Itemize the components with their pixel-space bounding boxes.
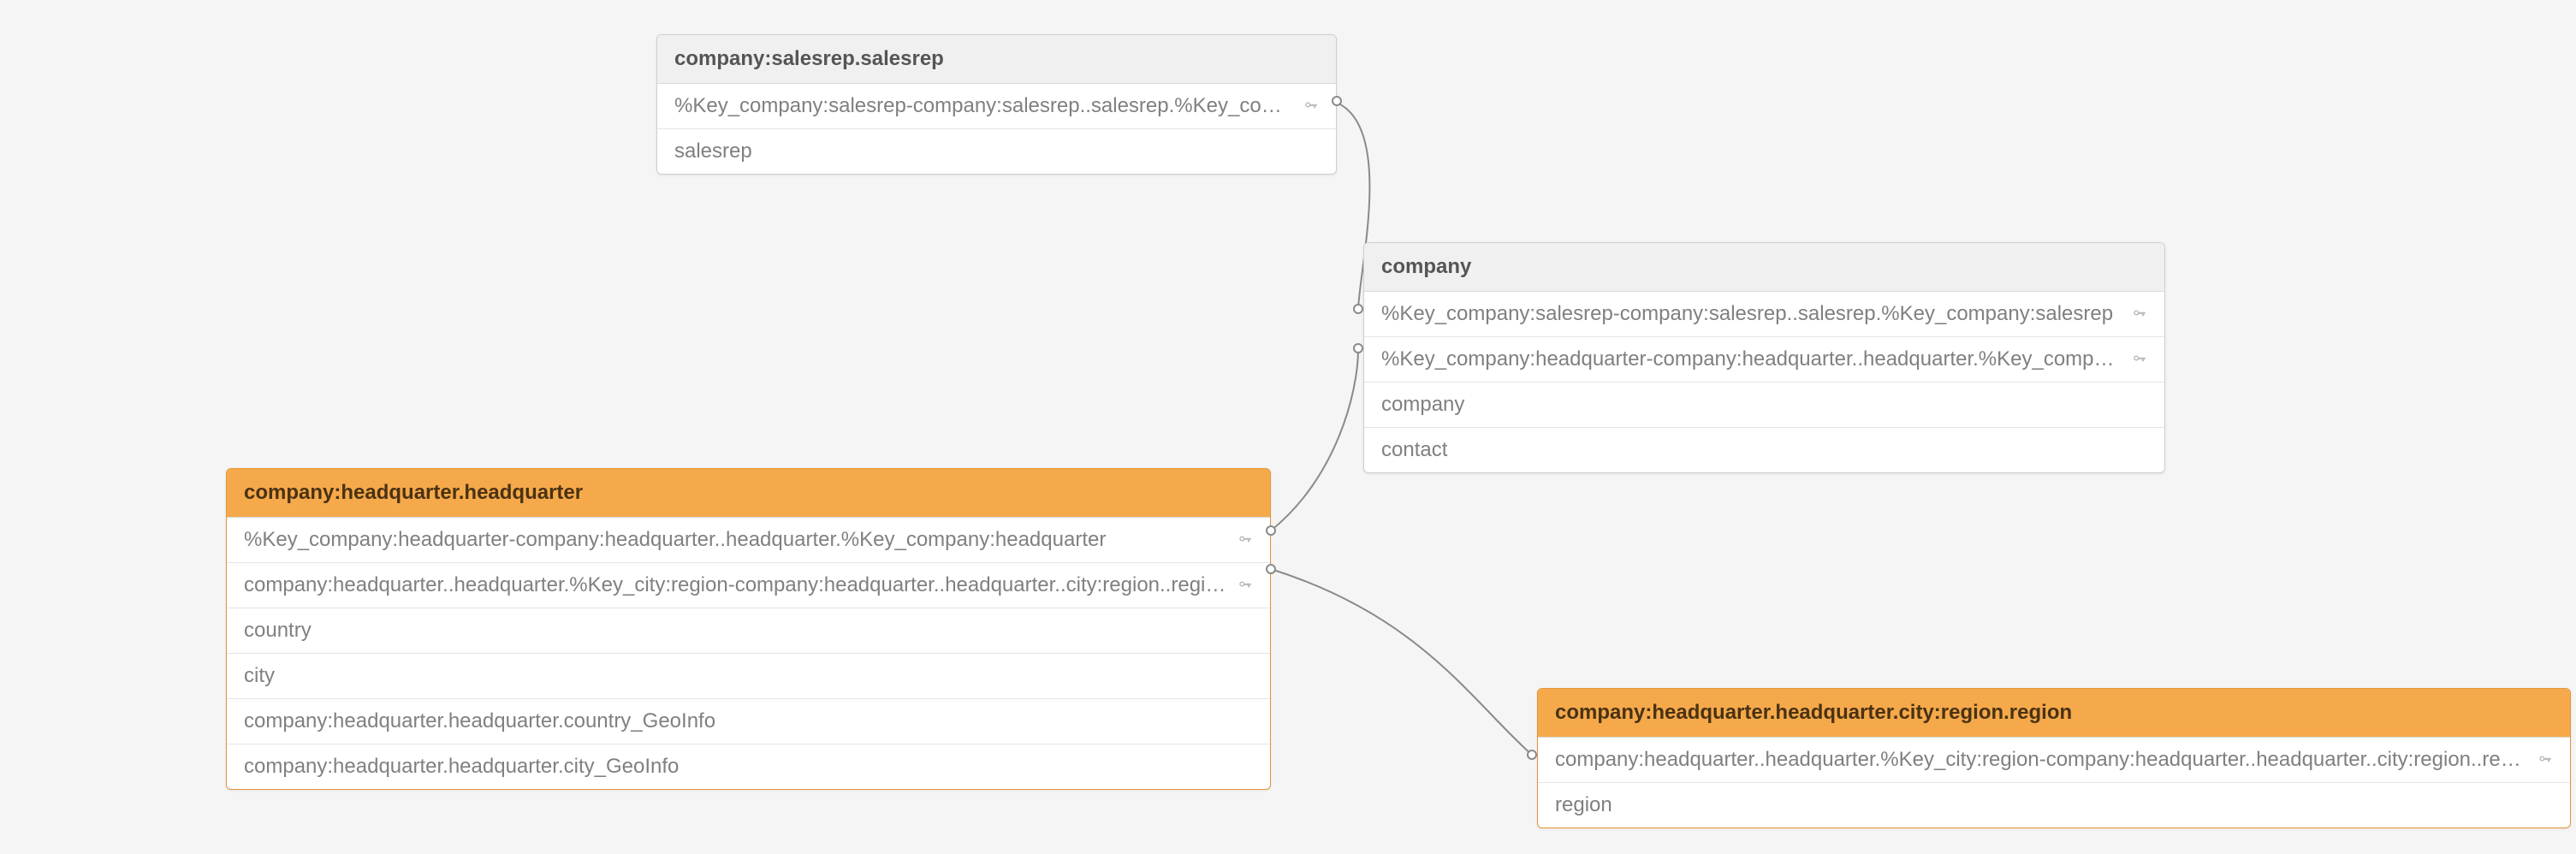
field-row[interactable]: region bbox=[1538, 783, 2570, 827]
node-title: company:headquarter.headquarter.city:reg… bbox=[1555, 701, 2072, 724]
field-label: %Key_company:headquarter-company:headqua… bbox=[244, 528, 1229, 552]
field-row[interactable]: salesrep bbox=[657, 129, 1336, 174]
key-icon bbox=[2537, 752, 2553, 768]
field-label: region bbox=[1555, 793, 2553, 817]
field-label: contact bbox=[1381, 438, 2147, 462]
table-node-salesrep[interactable]: company:salesrep.salesrep %Key_company:s… bbox=[656, 34, 1337, 175]
table-node-company[interactable]: company %Key_company:salesrep-company:sa… bbox=[1363, 242, 2165, 473]
field-label: company:headquarter..headquarter.%Key_ci… bbox=[1555, 748, 2529, 772]
field-label: %Key_company:headquarter-company:headqua… bbox=[1381, 347, 2123, 371]
node-header[interactable]: company:salesrep.salesrep bbox=[657, 35, 1336, 84]
field-row[interactable]: %Key_company:headquarter-company:headqua… bbox=[227, 518, 1270, 563]
node-header[interactable]: company bbox=[1364, 243, 2164, 292]
field-label: company:headquarter.headquarter.city_Geo… bbox=[244, 755, 1253, 779]
field-row[interactable]: country bbox=[227, 608, 1270, 654]
field-label: city bbox=[244, 664, 1253, 688]
table-node-headquarter[interactable]: company:headquarter.headquarter %Key_com… bbox=[226, 468, 1271, 790]
table-node-region[interactable]: company:headquarter.headquarter.city:reg… bbox=[1537, 688, 2571, 828]
key-icon bbox=[2132, 352, 2147, 367]
connector-port[interactable] bbox=[1266, 564, 1276, 574]
field-label: country bbox=[244, 619, 1253, 643]
key-icon bbox=[1238, 532, 1253, 548]
field-row[interactable]: company:headquarter..headquarter.%Key_ci… bbox=[1538, 738, 2570, 783]
field-label: company:headquarter.headquarter.country_… bbox=[244, 709, 1253, 733]
key-icon bbox=[2132, 306, 2147, 322]
field-label: %Key_company:salesrep-company:salesrep..… bbox=[1381, 302, 2123, 326]
field-row[interactable]: company:headquarter.headquarter.country_… bbox=[227, 699, 1270, 744]
key-icon bbox=[1238, 578, 1253, 593]
field-label: %Key_company:salesrep-company:salesrep..… bbox=[674, 94, 1295, 118]
field-row[interactable]: %Key_company:salesrep-company:salesrep..… bbox=[657, 84, 1336, 129]
field-row[interactable]: company:headquarter..headquarter.%Key_ci… bbox=[227, 563, 1270, 608]
field-label: salesrep bbox=[674, 139, 1319, 163]
connector-port[interactable] bbox=[1527, 750, 1537, 760]
node-header[interactable]: company:headquarter.headquarter.city:reg… bbox=[1538, 689, 2570, 738]
connector-port[interactable] bbox=[1332, 96, 1342, 106]
field-label: company:headquarter..headquarter.%Key_ci… bbox=[244, 573, 1229, 597]
field-row[interactable]: city bbox=[227, 654, 1270, 699]
field-row[interactable]: %Key_company:headquarter-company:headqua… bbox=[1364, 337, 2164, 383]
key-icon bbox=[1303, 98, 1319, 114]
node-title: company bbox=[1381, 255, 1471, 278]
connector-port[interactable] bbox=[1353, 343, 1363, 353]
field-row[interactable]: company bbox=[1364, 383, 2164, 428]
connector-port[interactable] bbox=[1266, 525, 1276, 536]
field-label: company bbox=[1381, 393, 2147, 417]
field-row[interactable]: company:headquarter.headquarter.city_Geo… bbox=[227, 744, 1270, 789]
diagram-canvas[interactable]: company:salesrep.salesrep %Key_company:s… bbox=[0, 0, 2576, 854]
node-title: company:salesrep.salesrep bbox=[674, 47, 944, 70]
node-title: company:headquarter.headquarter bbox=[244, 481, 583, 504]
field-row[interactable]: %Key_company:salesrep-company:salesrep..… bbox=[1364, 292, 2164, 337]
connector-port[interactable] bbox=[1353, 304, 1363, 314]
node-header[interactable]: company:headquarter.headquarter bbox=[227, 469, 1270, 518]
field-row[interactable]: contact bbox=[1364, 428, 2164, 472]
